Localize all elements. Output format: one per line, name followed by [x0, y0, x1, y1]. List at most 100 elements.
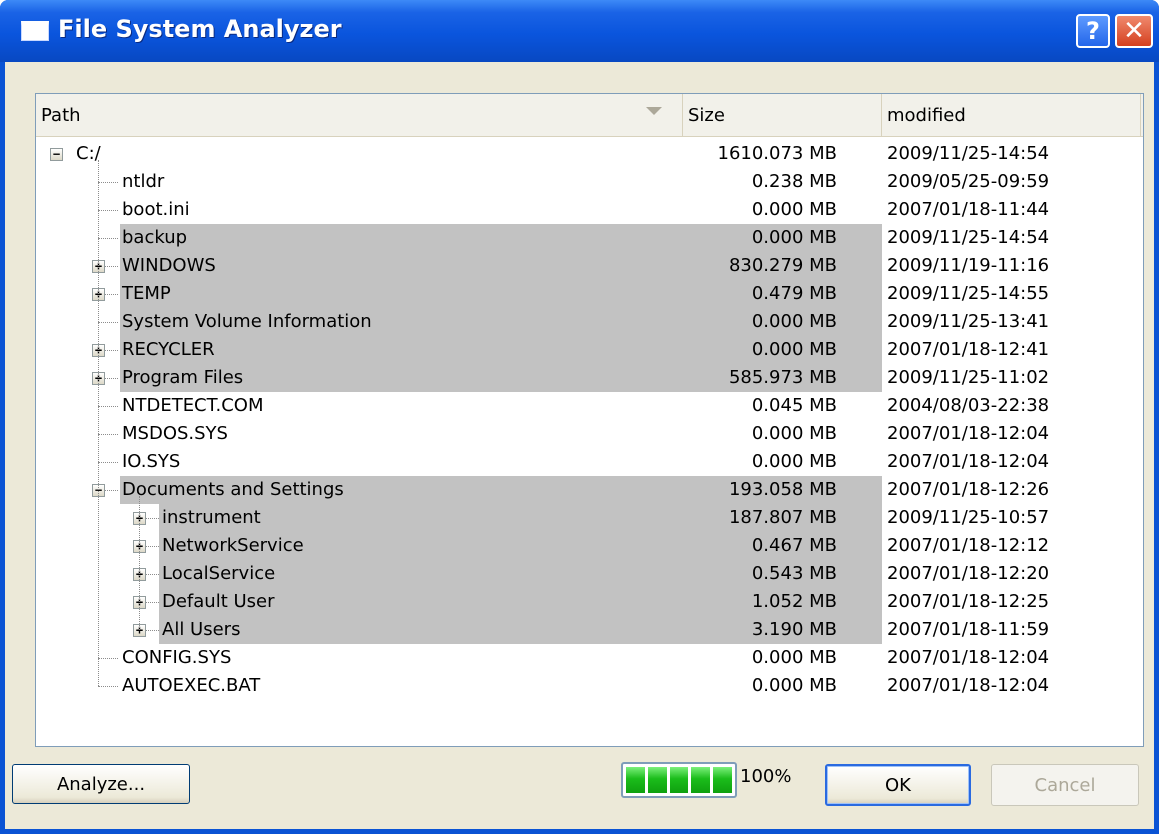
tree-row[interactable]: + LocalService 0.543 MB 2007/01/18-12:20 — [36, 560, 1143, 588]
tree-row[interactable]: System Volume Information 0.000 MB 2009/11… — [36, 308, 1143, 336]
tree-item-modified: 2009/11/25-14:54 — [887, 143, 1050, 164]
file-tree-view[interactable]: Path Size modified − C:/ 1610.073 MB 2009/1… — [35, 93, 1144, 747]
column-header-path[interactable]: Path — [36, 94, 683, 136]
tree-item-modified: 2007/01/18-12:20 — [887, 563, 1050, 584]
tree-item-name: instrument — [162, 507, 261, 528]
tree-item-size: 0.000 MB — [751, 199, 837, 220]
column-header-size[interactable]: Size — [683, 94, 882, 136]
close-button[interactable]: ✕ — [1115, 14, 1153, 48]
tree-item-name: RECYCLER — [122, 339, 215, 360]
tree-row[interactable]: + instrument 187.807 MB 2009/11/25-10:57 — [36, 504, 1143, 532]
column-header-modified[interactable]: modified — [882, 94, 1141, 136]
tree-item-size: 193.058 MB — [728, 479, 837, 500]
tree-item-modified: 2004/08/03-22:38 — [887, 395, 1050, 416]
title-bar[interactable]: File System Analyzer ? ✕ — [0, 0, 1159, 62]
tree-item-name: NTDETECT.COM — [122, 395, 264, 416]
tree-item-name: Program Files — [122, 367, 244, 388]
tree-item-modified: 2009/05/25-09:59 — [887, 171, 1050, 192]
column-header-size-label: Size — [688, 105, 725, 126]
tree-item-name: LocalService — [162, 563, 276, 584]
tree-item-name: ntldr — [122, 171, 165, 192]
tree-row[interactable]: backup 0.000 MB 2009/11/25-14:54 — [36, 224, 1143, 252]
tree-item-size: 0.045 MB — [751, 395, 837, 416]
tree-item-size: 1610.073 MB — [717, 143, 838, 164]
tree-item-name: backup — [122, 227, 188, 248]
progress-segment — [669, 767, 689, 793]
tree-row[interactable]: AUTOEXEC.BAT 0.000 MB 2007/01/18-12:04 — [36, 672, 1143, 700]
tree-item-name: TEMP — [122, 283, 171, 304]
analyze-button[interactable]: Analyze... — [12, 764, 190, 804]
window-title: File System Analyzer — [58, 15, 342, 43]
tree-item-modified: 2007/01/18-12:04 — [887, 423, 1050, 444]
tree-row[interactable]: IO.SYS 0.000 MB 2007/01/18-12:04 — [36, 448, 1143, 476]
tree-item-name: AUTOEXEC.BAT — [122, 675, 261, 696]
tree-item-size: 0.467 MB — [751, 535, 837, 556]
sort-arrow-icon — [646, 107, 662, 115]
tree-row[interactable]: CONFIG.SYS 0.000 MB 2007/01/18-12:04 — [36, 644, 1143, 672]
tree-row[interactable]: + All Users 3.190 MB 2007/01/18-11:59 — [36, 616, 1143, 644]
tree-item-size: 0.000 MB — [751, 451, 837, 472]
tree-connector — [98, 462, 118, 463]
help-icon: ? — [1086, 17, 1100, 45]
tree-item-modified: 2007/01/18-12:26 — [887, 479, 1050, 500]
tree-item-modified: 2007/01/18-12:25 — [887, 591, 1050, 612]
cancel-button[interactable]: Cancel — [991, 764, 1139, 806]
tree-row[interactable]: − C:/ 1610.073 MB 2009/11/25-14:54 — [36, 140, 1143, 168]
tree-item-name: CONFIG.SYS — [122, 647, 232, 668]
tree-item-modified: 2009/11/25-13:41 — [887, 311, 1050, 332]
tree-item-modified: 2009/11/25-14:54 — [887, 227, 1050, 248]
tree-item-name: WINDOWS — [122, 255, 216, 276]
help-button[interactable]: ? — [1076, 14, 1110, 48]
tree-item-modified: 2007/01/18-12:04 — [887, 451, 1050, 472]
progress-bar — [621, 762, 737, 798]
close-icon: ✕ — [1123, 16, 1145, 46]
tree-guide-line — [139, 496, 140, 630]
tree-connector — [98, 686, 118, 687]
progress-segment — [691, 767, 711, 793]
tree-row[interactable]: boot.ini 0.000 MB 2007/01/18-11:44 — [36, 196, 1143, 224]
tree-item-size: 585.973 MB — [728, 367, 837, 388]
collapse-minus-icon[interactable]: − — [50, 148, 63, 161]
ok-button[interactable]: OK — [825, 764, 971, 806]
tree-item-name: MSDOS.SYS — [122, 423, 228, 444]
tree-row[interactable]: + Program Files 585.973 MB 2009/11/25-11:02 — [36, 364, 1143, 392]
column-header-modified-label: modified — [887, 105, 966, 126]
tree-row[interactable]: + WINDOWS 830.279 MB 2009/11/19-11:16 — [36, 252, 1143, 280]
tree-connector — [98, 182, 118, 183]
tree-item-size: 0.000 MB — [751, 423, 837, 444]
tree-connector — [98, 658, 118, 659]
tree-item-name: All Users — [162, 619, 241, 640]
tree-item-modified: 2007/01/18-12:04 — [887, 647, 1050, 668]
tree-item-size: 0.543 MB — [751, 563, 837, 584]
tree-connector — [98, 406, 118, 407]
tree-row[interactable]: + RECYCLER 0.000 MB 2007/01/18-12:41 — [36, 336, 1143, 364]
tree-item-name: System Volume Information — [122, 311, 372, 332]
tree-row[interactable]: − Documents and Settings 193.058 MB 2007/01… — [36, 476, 1143, 504]
tree-item-size: 830.279 MB — [728, 255, 837, 276]
tree-row[interactable]: + TEMP 0.479 MB 2009/11/25-14:55 — [36, 280, 1143, 308]
progress-segment — [626, 767, 645, 793]
tree-item-size: 0.238 MB — [751, 171, 837, 192]
progress-percent: 100% — [740, 766, 792, 787]
tree-row[interactable]: ntldr 0.238 MB 2009/05/25-09:59 — [36, 168, 1143, 196]
tree-row[interactable]: MSDOS.SYS 0.000 MB 2007/01/18-12:04 — [36, 420, 1143, 448]
tree-row[interactable]: NTDETECT.COM 0.045 MB 2004/08/03-22:38 — [36, 392, 1143, 420]
tree-item-size: 0.479 MB — [751, 283, 837, 304]
tree-row[interactable]: + NetworkService 0.467 MB 2007/01/18-12:12 — [36, 532, 1143, 560]
tree-item-size: 187.807 MB — [728, 507, 837, 528]
tree-item-name: NetworkService — [162, 535, 304, 556]
tree-item-name: C:/ — [76, 143, 101, 164]
tree-item-size: 0.000 MB — [751, 311, 837, 332]
tree-item-size: 0.000 MB — [751, 647, 837, 668]
tree-item-modified: 2007/01/18-12:12 — [887, 535, 1050, 556]
tree-connector — [98, 210, 118, 211]
tree-item-name: boot.ini — [122, 199, 190, 220]
tree-item-modified: 2009/11/19-11:16 — [887, 255, 1050, 276]
tree-item-modified: 2007/01/18-12:41 — [887, 339, 1050, 360]
tree-connector — [98, 322, 118, 323]
tree-item-modified: 2009/11/25-10:57 — [887, 507, 1050, 528]
tree-item-size: 1.052 MB — [751, 591, 837, 612]
tree-item-modified: 2007/01/18-12:04 — [887, 675, 1050, 696]
column-header-path-label: Path — [41, 105, 81, 126]
tree-row[interactable]: + Default User 1.052 MB 2007/01/18-12:25 — [36, 588, 1143, 616]
